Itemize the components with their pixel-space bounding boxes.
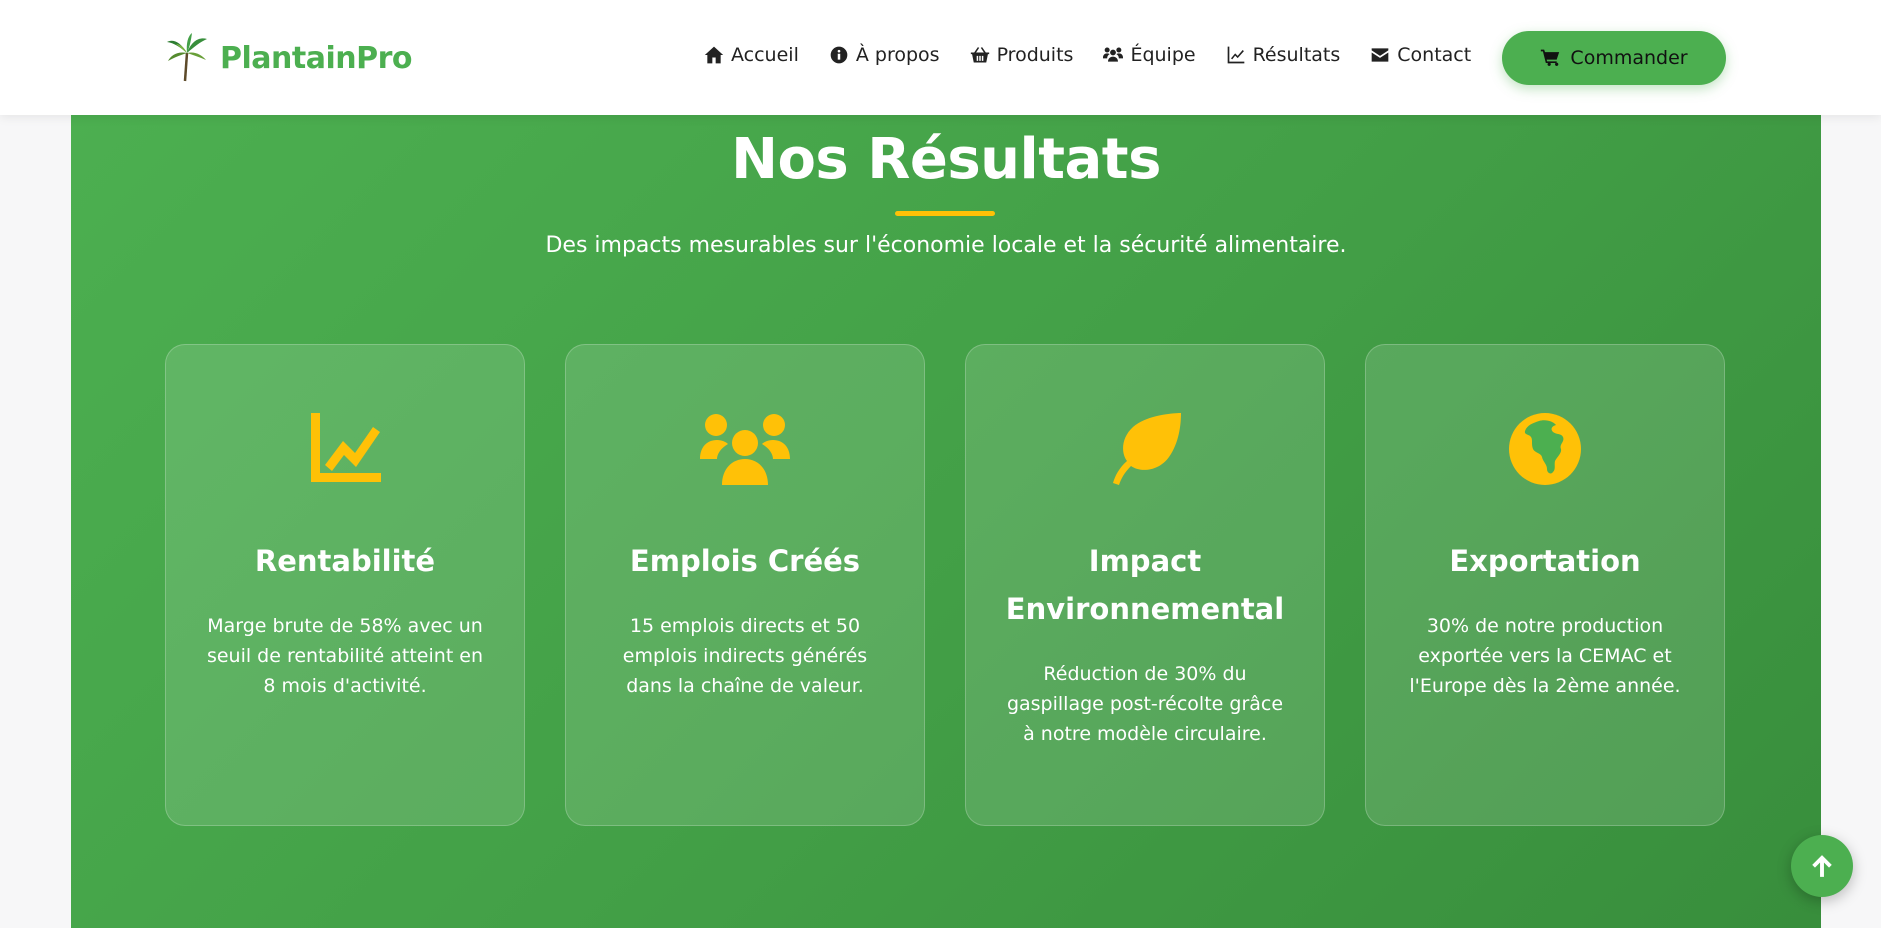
section-subtitle: Des impacts mesurables sur l'économie lo… [545,233,1347,258]
cart-icon [1541,49,1560,66]
main-nav: Accueil À propos Produits Équipe Résulta… [704,44,1501,66]
envelope-icon [1371,48,1389,62]
nav-item-label: Équipe [1130,44,1196,66]
card-title: Rentabilité [254,544,436,578]
chart-line-icon [1227,46,1244,64]
card-icon-wrap [966,413,1324,485]
globe-africa-icon [1509,413,1581,485]
basket-icon [970,47,989,63]
arrow-up-icon [1812,855,1832,877]
card-text: 15 emplois directs et 50 emplois indirec… [622,615,868,697]
nav-item-label: Contact [1397,44,1472,66]
card-title: Emplois Créés [629,544,861,578]
nav-item-contact[interactable]: Contact [1370,44,1471,66]
card-icon-wrap [1366,413,1724,485]
nav-item-label: Résultats [1252,44,1341,66]
nav-item-label: Produits [996,44,1074,66]
card-title: Exportation [1449,544,1641,578]
brand-name: PlantainPro [220,40,413,76]
result-card-exportation: Exportation 30% de notre production expo… [1365,344,1725,826]
result-card-rentabilite: Rentabilité Marge brute de 58% avec un s… [165,344,525,826]
card-text: Réduction de 30% du gaspillage post-réco… [1006,663,1284,745]
card-text: 30% de notre production exportée vers la… [1409,615,1681,697]
plantain-logo-icon [167,33,207,82]
card-icon-wrap [566,413,924,485]
users-icon [700,414,790,485]
nav-item-label: Accueil [731,44,799,66]
scroll-to-top-button[interactable] [1791,835,1853,897]
nav-item-a-propos[interactable]: À propos [829,44,940,66]
order-button[interactable]: Commander [1502,31,1726,85]
title-underline [895,211,995,216]
nav-item-label: À propos [855,44,940,66]
info-icon [830,46,848,64]
leaf-icon [1113,413,1181,485]
brand[interactable]: PlantainPro [166,33,413,83]
nav-item-resultats[interactable]: Résultats [1226,44,1341,66]
section-title: Nos Résultats [731,127,1161,192]
nav-item-equipe[interactable]: Équipe [1103,44,1196,66]
card-text: Marge brute de 58% avec un seuil de rent… [206,615,484,697]
chart-line-icon [311,413,381,482]
card-title: Impact Environnemental [1005,544,1285,626]
nav-item-accueil[interactable]: Accueil [704,44,799,66]
nav-item-produits[interactable]: Produits [970,44,1074,66]
order-button-label: Commander [1570,47,1688,69]
results-section: Nos Résultats Des impacts mesurables sur… [71,115,1821,928]
users-icon [1103,47,1124,62]
result-card-emplois: Emplois Créés 15 emplois directs et 50 e… [565,344,925,826]
card-icon-wrap [166,413,524,485]
result-card-impact: Impact Environnemental Réduction de 30% … [965,344,1325,826]
home-icon [704,46,724,64]
navbar: PlantainPro Accueil À propos Produits Éq… [0,0,1881,115]
